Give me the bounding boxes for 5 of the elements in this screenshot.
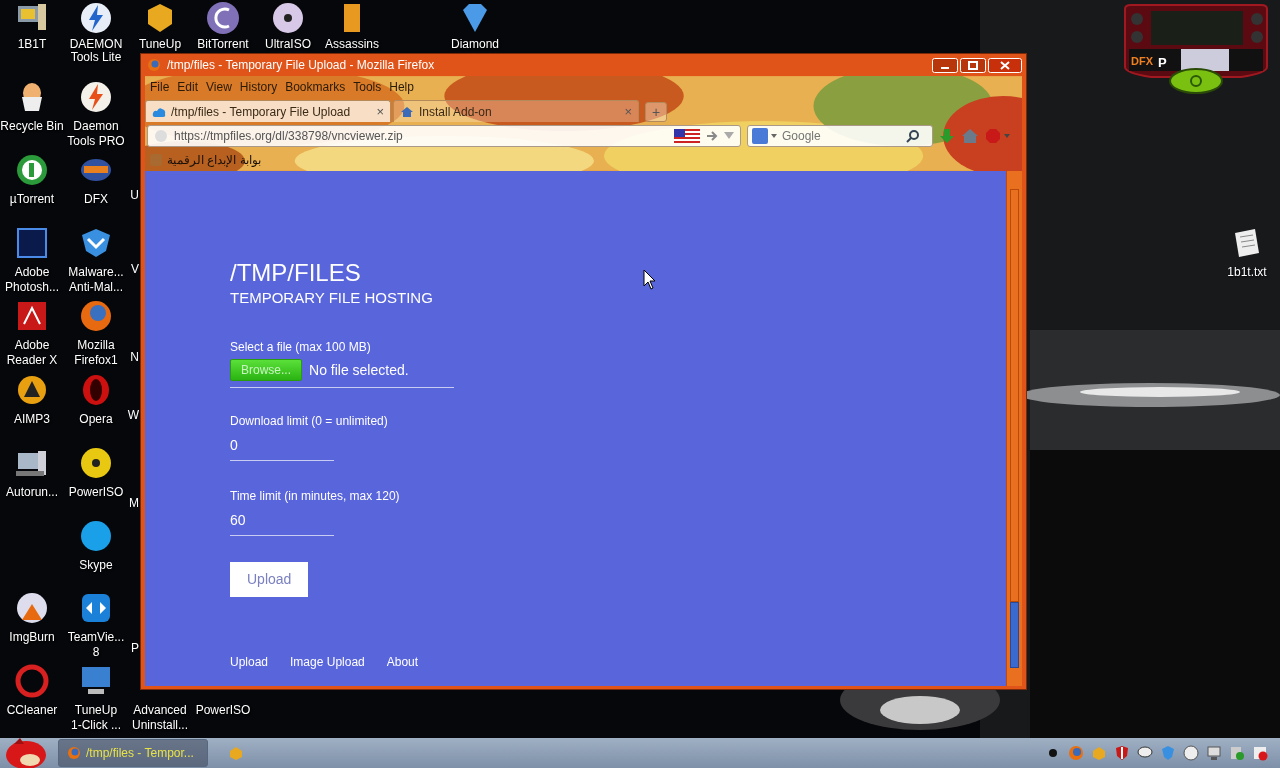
firefox-icon bbox=[67, 746, 81, 760]
taskbar-button-label: /tmp/files - Tempor... bbox=[86, 745, 194, 762]
taskbar-button[interactable]: /tmp/files - Tempor... bbox=[58, 739, 208, 767]
monitor-icon[interactable] bbox=[1206, 745, 1222, 761]
speech-bubble-icon[interactable] bbox=[1137, 745, 1153, 761]
